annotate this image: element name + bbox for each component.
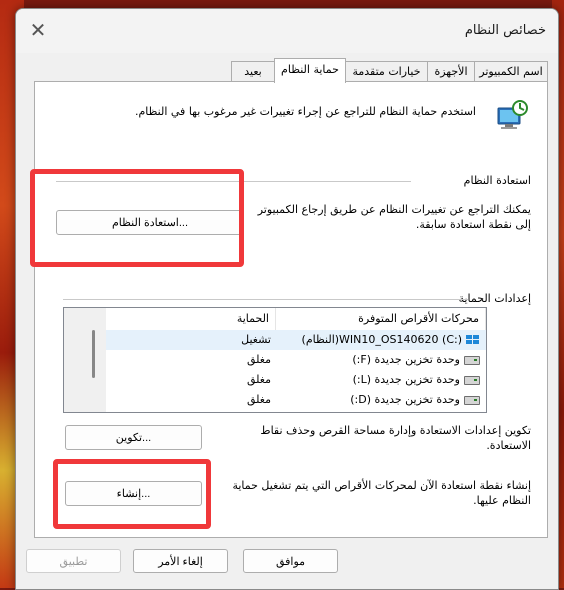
drive-status: مغلق bbox=[246, 373, 271, 386]
close-icon[interactable]: ✕ bbox=[26, 18, 50, 42]
configure-description: تكوين إعدادات الاستعادة وإدارة مساحة الق… bbox=[260, 424, 531, 452]
drive-row[interactable]: وحدة تخزين جديدة (D:) مغلق bbox=[106, 390, 486, 410]
apply-button[interactable]: تطبيق bbox=[26, 549, 121, 573]
drive-icon bbox=[464, 375, 480, 385]
configure-button[interactable]: تكوين... bbox=[65, 425, 202, 450]
cancel-button[interactable]: إلغاء الأمر bbox=[133, 549, 228, 573]
drive-name: وحدة تخزين جديدة (F:) bbox=[352, 353, 460, 366]
title-bar: خصائص النظام ✕ bbox=[16, 9, 558, 53]
system-properties-dialog: خصائص النظام ✕ اسم الكمبيوتر الأجهزة خيا… bbox=[15, 8, 559, 590]
tab-computer-name[interactable]: اسم الكمبيوتر bbox=[474, 61, 548, 82]
drive-status: تشغيل bbox=[241, 333, 271, 346]
system-protection-icon bbox=[496, 98, 530, 132]
column-header-drives[interactable]: محركات الأقراص المتوفرة bbox=[276, 308, 486, 330]
restore-heading: استعادة النظام bbox=[463, 174, 531, 187]
drives-list-scrollbar[interactable] bbox=[64, 308, 106, 412]
create-button[interactable]: إنشاء... bbox=[65, 481, 202, 506]
drive-status: مغلق bbox=[246, 353, 271, 366]
ok-button[interactable]: موافق bbox=[243, 549, 338, 573]
drive-icon bbox=[464, 395, 480, 405]
scrollbar-thumb[interactable] bbox=[92, 330, 95, 378]
restore-description: يمكنك التراجع عن تغييرات النظام عن طريق … bbox=[257, 203, 531, 231]
drive-row[interactable]: وحدة تخزين جديدة (F:) مغلق bbox=[106, 350, 486, 370]
drives-list[interactable]: محركات الأقراص المتوفرة الحماية WIN10_OS… bbox=[63, 307, 487, 413]
drive-row[interactable]: وحدة تخزين جديدة (L:) مغلق bbox=[106, 370, 486, 390]
window-title: خصائص النظام bbox=[464, 23, 546, 38]
tab-system-protection[interactable]: حماية النظام bbox=[274, 58, 346, 83]
system-restore-button[interactable]: استعادة النظام... bbox=[56, 210, 244, 235]
drive-name: WIN10_OS140620 (C:)(النظام) bbox=[301, 333, 462, 346]
windows-drive-icon bbox=[466, 335, 480, 345]
drive-row[interactable]: WIN10_OS140620 (C:)(النظام) تشغيل bbox=[106, 330, 486, 350]
tab-hardware[interactable]: الأجهزة bbox=[427, 61, 475, 82]
drive-name: وحدة تخزين جديدة (D:) bbox=[350, 393, 460, 406]
tab-remote[interactable]: بعيد bbox=[231, 61, 275, 82]
intro-text: استخدم حماية النظام للتراجع عن إجراء تغي… bbox=[134, 105, 476, 118]
restore-divider bbox=[56, 181, 411, 182]
drive-status: مغلق bbox=[246, 393, 271, 406]
drive-icon bbox=[464, 355, 480, 365]
protection-divider bbox=[63, 299, 468, 300]
create-description: إنشاء نقطة استعادة الآن لمحركات الأقراص … bbox=[232, 479, 531, 507]
tab-advanced[interactable]: خيارات متقدمة bbox=[345, 61, 428, 82]
drive-name: وحدة تخزين جديدة (L:) bbox=[352, 373, 460, 386]
column-header-protection[interactable]: الحماية bbox=[106, 308, 276, 330]
